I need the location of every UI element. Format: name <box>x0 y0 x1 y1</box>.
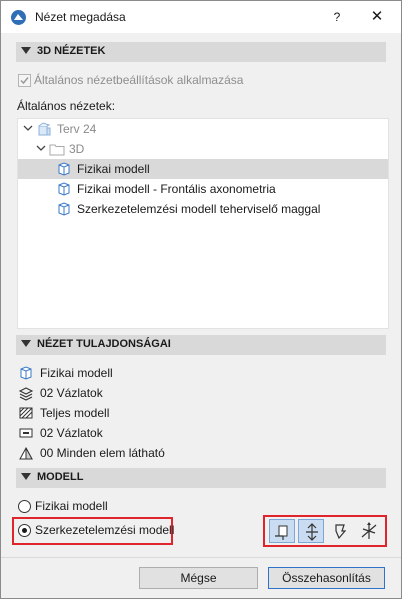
compare-button[interactable]: Összehasonlítás <box>268 567 385 589</box>
support-icon <box>306 523 318 541</box>
tree-item-project[interactable]: Terv 24 <box>18 119 388 139</box>
help-button[interactable]: ? <box>327 8 347 26</box>
prop-label: 00 Minden elem látható <box>40 446 165 460</box>
3d-view-icon <box>58 202 70 216</box>
hatch-icon <box>19 407 33 419</box>
load-axis-button[interactable] <box>356 519 382 543</box>
close-button[interactable]: ✕ <box>366 8 388 26</box>
collapse-triangle-icon <box>21 340 31 347</box>
prop-label: 02 Vázlatok <box>40 386 103 400</box>
prop-label: Teljes modell <box>40 406 110 420</box>
section-label: 3D NÉZETEK <box>37 45 106 57</box>
app-icon <box>11 10 26 25</box>
title-bar: Nézet megadása ? ✕ <box>1 1 401 33</box>
tree-item-folder-3d[interactable]: 3D <box>18 139 388 159</box>
tree-item-label: Terv 24 <box>57 122 97 136</box>
chevron-down-icon[interactable] <box>23 123 33 133</box>
load-axis-icon <box>361 522 377 539</box>
checkbox-checked-icon <box>18 74 31 87</box>
tree-item-view[interactable]: Szerkezetelemzési modell teherviselő mag… <box>18 199 388 219</box>
support-button[interactable] <box>298 519 324 543</box>
section-label: NÉZET TULAJDONSÁGAI <box>37 338 171 350</box>
radio-button-selected[interactable] <box>18 524 31 537</box>
views-tree: Terv 24 3D Fizikai modell Fizikai modell… <box>17 118 389 329</box>
model-view-icon <box>20 366 32 380</box>
collapse-triangle-icon <box>21 473 31 480</box>
dimension-icon <box>19 428 33 438</box>
tree-item-label: 3D <box>69 142 85 156</box>
dialog-title: Nézet megadása <box>35 10 126 24</box>
layers-icon <box>18 387 34 401</box>
surface-button[interactable] <box>327 519 353 543</box>
tree-item-label: Fizikai modell - Frontális axonometria <box>77 182 276 196</box>
analytical-member-button[interactable] <box>269 519 295 543</box>
cancel-button[interactable]: Mégse <box>139 567 258 589</box>
radio-label: Fizikai modell <box>35 499 108 513</box>
renovation-icon <box>19 446 33 460</box>
general-views-label: Általános nézetek: <box>17 99 116 113</box>
section-header-model[interactable]: MODELL <box>16 468 386 488</box>
section-header-3d-views[interactable]: 3D NÉZETEK <box>16 42 386 62</box>
prop-label: 02 Vázlatok <box>40 426 103 440</box>
tree-item-label: Fizikai modell <box>77 162 150 176</box>
dialog-window: Nézet megadása ? ✕ 3D NÉZETEK Általános … <box>0 0 402 599</box>
folder-icon <box>49 144 65 156</box>
radio-button[interactable] <box>18 500 31 513</box>
prop-label: Fizikai modell <box>40 366 113 380</box>
section-header-view-properties[interactable]: NÉZET TULAJDONSÁGAI <box>16 335 386 355</box>
surface-icon <box>335 524 347 540</box>
3d-view-icon <box>58 182 70 196</box>
collapse-triangle-icon <box>21 47 31 54</box>
tree-item-view[interactable]: Fizikai modell <box>18 159 388 179</box>
apply-general-settings-label: Általános nézetbeállítások alkalmazása <box>34 73 244 87</box>
tree-item-label: Szerkezetelemzési modell teherviselő mag… <box>77 202 321 216</box>
section-label: MODELL <box>37 471 84 483</box>
project-icon <box>38 122 51 136</box>
radio-label: Szerkezetelemzési modell <box>35 523 175 537</box>
3d-view-icon <box>58 162 70 176</box>
tree-item-view[interactable]: Fizikai modell - Frontális axonometria <box>18 179 388 199</box>
chevron-down-icon[interactable] <box>36 143 46 153</box>
footer-divider <box>1 557 401 558</box>
analytical-member-icon <box>275 525 288 540</box>
